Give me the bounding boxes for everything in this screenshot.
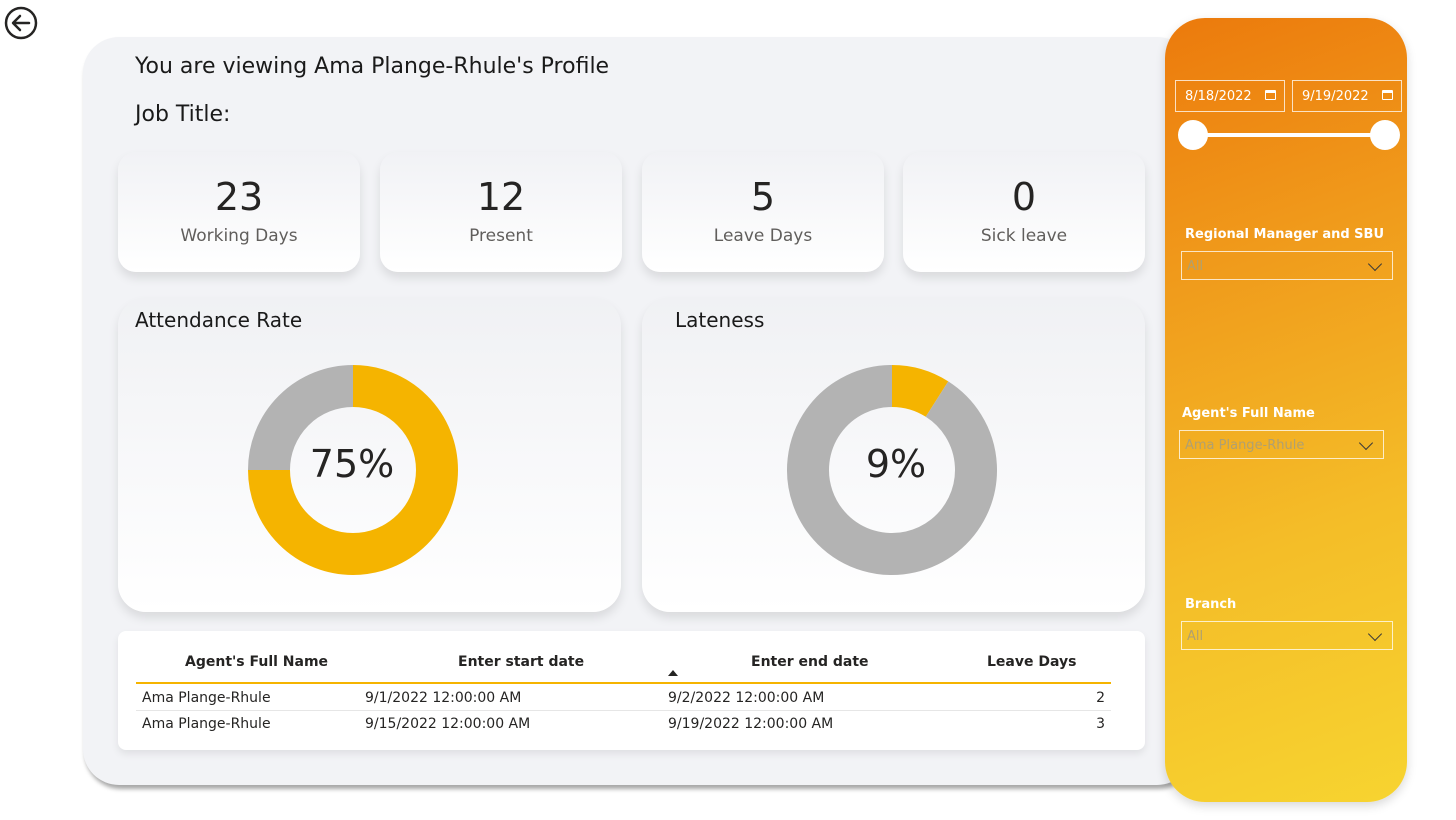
header-divider bbox=[136, 682, 1111, 684]
kpi-label: Working Days bbox=[180, 226, 298, 246]
chevron-down-icon bbox=[1367, 626, 1383, 642]
kpi-value: 23 bbox=[214, 175, 264, 219]
kpi-label: Sick leave bbox=[980, 226, 1068, 246]
kpi-card-working-days: 23 Working Days bbox=[118, 152, 360, 272]
attendance-rate-card: Attendance Rate 75% bbox=[118, 298, 621, 612]
agent-name-label: Agent's Full Name bbox=[1182, 406, 1315, 421]
cell-end-date: 9/19/2022 12:00:00 AM bbox=[668, 716, 834, 732]
back-arrow-icon[interactable] bbox=[4, 6, 38, 40]
cell-start-date: 9/15/2022 12:00:00 AM bbox=[365, 716, 531, 732]
branch-dropdown[interactable]: All bbox=[1181, 621, 1393, 650]
date-range-slider-track[interactable] bbox=[1193, 133, 1385, 137]
cell-start-date: 9/1/2022 12:00:00 AM bbox=[365, 690, 522, 706]
lateness-card: Lateness 9% bbox=[642, 298, 1145, 612]
branch-label: Branch bbox=[1185, 597, 1237, 612]
calendar-icon[interactable] bbox=[1265, 90, 1276, 100]
dropdown-value: All bbox=[1187, 629, 1204, 644]
start-date-input[interactable]: 8/18/2022 bbox=[1175, 80, 1285, 112]
kpi-value: 5 bbox=[750, 175, 776, 219]
regional-manager-dropdown[interactable]: All bbox=[1181, 251, 1393, 280]
kpi-card-sick-leave: 0 Sick leave bbox=[903, 152, 1145, 272]
start-date-value: 8/18/2022 bbox=[1185, 89, 1252, 104]
date-range-end-handle[interactable] bbox=[1370, 120, 1400, 150]
date-range-start-handle[interactable] bbox=[1178, 120, 1208, 150]
cell-end-date: 9/2/2022 12:00:00 AM bbox=[668, 690, 825, 706]
agent-name-dropdown[interactable]: Ama Plange-Rhule bbox=[1179, 430, 1384, 459]
cell-agent-name: Ama Plange-Rhule bbox=[142, 690, 271, 706]
kpi-card-leave-days: 5 Leave Days bbox=[642, 152, 884, 272]
kpi-card-present: 12 Present bbox=[380, 152, 622, 272]
table-row[interactable]: Ama Plange-Rhule 9/1/2022 12:00:00 AM 9/… bbox=[136, 685, 1111, 711]
table-row[interactable]: Ama Plange-Rhule 9/15/2022 12:00:00 AM 9… bbox=[136, 711, 1111, 737]
job-title-label: Job Title: bbox=[135, 102, 231, 127]
filter-panel: 8/18/2022 9/19/2022 Regional Manager and… bbox=[1165, 18, 1407, 802]
end-date-value: 9/19/2022 bbox=[1302, 89, 1369, 104]
cell-leave-days: 2 bbox=[1096, 690, 1105, 706]
sort-ascending-icon[interactable] bbox=[668, 670, 678, 676]
dropdown-value: All bbox=[1187, 259, 1204, 274]
kpi-label: Present bbox=[469, 226, 533, 246]
dropdown-value: Ama Plange-Rhule bbox=[1185, 438, 1305, 453]
kpi-value: 12 bbox=[476, 175, 526, 219]
regional-manager-label: Regional Manager and SBU bbox=[1185, 227, 1385, 242]
kpi-value: 0 bbox=[1011, 175, 1037, 219]
donut-center-label: 9% bbox=[865, 442, 927, 486]
column-header-leave-days[interactable]: Leave Days bbox=[987, 654, 1076, 670]
chevron-down-icon bbox=[1358, 435, 1374, 451]
donut-slice-0[interactable] bbox=[891, 365, 949, 418]
column-header-end-date[interactable]: Enter end date bbox=[751, 654, 869, 670]
cell-agent-name: Ama Plange-Rhule bbox=[142, 716, 271, 732]
cell-leave-days: 3 bbox=[1096, 716, 1105, 732]
column-header-agent-name[interactable]: Agent's Full Name bbox=[185, 654, 328, 670]
column-header-start-date[interactable]: Enter start date bbox=[458, 654, 584, 670]
calendar-icon[interactable] bbox=[1382, 90, 1393, 100]
end-date-input[interactable]: 9/19/2022 bbox=[1292, 80, 1402, 112]
chevron-down-icon bbox=[1367, 256, 1383, 272]
profile-title: You are viewing Ama Plange-Rhule's Profi… bbox=[135, 54, 610, 79]
kpi-label: Leave Days bbox=[713, 226, 813, 246]
donut-center-label: 75% bbox=[309, 442, 395, 486]
leave-table: Agent's Full Name Enter start date Enter… bbox=[118, 631, 1145, 750]
